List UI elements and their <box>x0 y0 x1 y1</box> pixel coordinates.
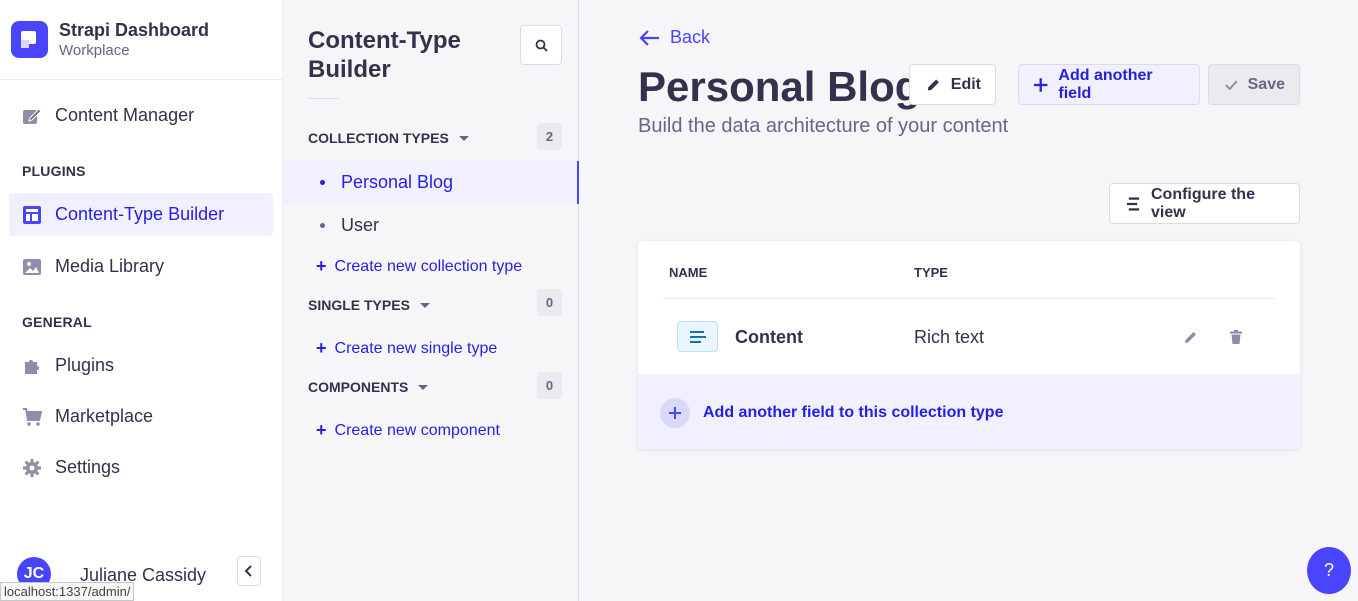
nav-label: Marketplace <box>55 406 154 426</box>
nav-item-settings[interactable]: Settings <box>9 446 273 489</box>
content-type-builder-subnav: Content-Type Builder COLLECTION TYPES 2 … <box>283 0 579 601</box>
back-link[interactable]: Back <box>638 27 710 48</box>
back-label: Back <box>670 27 711 47</box>
brand[interactable]: Strapi Dashboard Workplace <box>0 0 282 80</box>
bullet-icon <box>320 180 325 185</box>
help-button[interactable]: ? <box>1307 547 1351 594</box>
caret-down-icon <box>419 302 430 308</box>
status-bar-url: localhost:1337/admin/ <box>0 582 135 601</box>
link-label: Create new collection type <box>334 257 523 275</box>
page-subtitle: Build the data architecture of your cont… <box>638 115 1009 137</box>
subnav-item-label: User <box>341 215 380 235</box>
field-name: Content <box>735 327 803 347</box>
search-button[interactable] <box>520 25 562 65</box>
check-icon <box>1225 79 1238 90</box>
section-heading-plugins: PLUGINS <box>22 163 86 179</box>
fields-table: NAME TYPE Content Rich text Add another … <box>638 241 1300 449</box>
divider <box>308 98 338 99</box>
search-icon <box>535 39 548 52</box>
button-label: Add another field <box>1058 66 1153 102</box>
puzzle-icon <box>21 355 43 377</box>
single-types-toggle[interactable]: SINGLE TYPES <box>308 297 430 313</box>
plus-icon: + <box>316 338 327 358</box>
add-another-field-button[interactable]: Add another field <box>1018 64 1200 105</box>
add-field-to-collection-button[interactable]: Add another field to this collection typ… <box>638 374 1300 449</box>
add-field-label: Add another field to this collection typ… <box>703 404 1004 421</box>
caret-down-icon <box>418 384 429 390</box>
group-label: SINGLE TYPES <box>308 297 410 313</box>
components-count: 0 <box>537 372 562 399</box>
group-label: COMPONENTS <box>308 379 409 395</box>
plus-circle-icon <box>660 398 690 428</box>
shopping-cart-icon <box>21 406 43 428</box>
nav-item-content-manager[interactable]: Content Manager <box>9 94 273 137</box>
delete-field-trash-icon[interactable] <box>1228 329 1244 345</box>
page-title: Personal Blog <box>638 63 921 110</box>
divider <box>663 298 1275 299</box>
nav-item-media-library[interactable]: Media Library <box>9 245 273 288</box>
edit-button[interactable]: Edit <box>909 64 996 105</box>
subnav-item-personal-blog[interactable]: Personal Blog <box>283 161 579 204</box>
collapse-nav-button[interactable] <box>237 556 261 586</box>
components-toggle[interactable]: COMPONENTS <box>308 379 429 395</box>
nav-label: Plugins <box>55 355 115 375</box>
section-heading-general: GENERAL <box>22 314 92 330</box>
layout-lines-icon <box>1126 196 1140 211</box>
nav-item-content-type-builder[interactable]: Content-Type Builder <box>9 193 273 236</box>
bullet-icon <box>320 223 325 228</box>
nav-label: Media Library <box>55 256 165 276</box>
field-type: Rich text <box>914 327 985 347</box>
arrow-left-icon <box>639 29 659 46</box>
link-label: Create new single type <box>334 339 498 357</box>
create-single-type-link[interactable]: + Create new single type <box>316 338 497 359</box>
edit-field-pencil-icon[interactable] <box>1183 329 1199 345</box>
brand-subtitle: Workplace <box>59 41 130 59</box>
collection-types-count: 2 <box>537 123 562 150</box>
column-header-name: NAME <box>669 265 708 280</box>
button-label: Configure the view <box>1150 185 1255 221</box>
nav-label: Settings <box>55 457 121 477</box>
rich-text-icon <box>677 321 718 352</box>
group-label: COLLECTION TYPES <box>308 130 449 146</box>
subnav-item-user[interactable]: User <box>283 204 579 247</box>
collection-types-toggle[interactable]: COLLECTION TYPES <box>308 130 469 146</box>
layout-icon <box>21 204 43 226</box>
main-navigation: Strapi Dashboard Workplace Content Manag… <box>0 0 283 601</box>
configure-view-button[interactable]: Configure the view <box>1109 183 1300 224</box>
nav-label: Content Manager <box>55 105 195 125</box>
image-icon <box>21 256 43 278</box>
caret-down-icon <box>458 135 469 141</box>
plus-icon: + <box>316 420 327 440</box>
plus-icon: + <box>316 256 327 276</box>
single-types-count: 0 <box>537 289 562 316</box>
create-component-link[interactable]: + Create new component <box>316 420 500 441</box>
nav-item-marketplace[interactable]: Marketplace <box>9 395 273 438</box>
gear-icon <box>21 457 43 479</box>
subnav-title-line2: Builder <box>308 56 391 83</box>
nav-item-plugins[interactable]: Plugins <box>9 344 273 387</box>
pen-square-icon <box>21 105 43 127</box>
column-header-type: TYPE <box>914 265 948 280</box>
subnav-item-label: Personal Blog <box>341 172 454 192</box>
nav-label: Content-Type Builder <box>55 204 225 224</box>
button-label: Save <box>1247 75 1285 93</box>
subnav-title-line1: Content-Type <box>308 27 461 54</box>
subnav-title: Content-Type Builder <box>308 26 461 84</box>
save-button[interactable]: Save <box>1208 64 1300 105</box>
pencil-icon <box>927 78 939 91</box>
plus-icon <box>1033 77 1048 92</box>
button-label: Edit <box>950 75 981 93</box>
strapi-logo-icon <box>11 21 48 58</box>
create-collection-type-link[interactable]: + Create new collection type <box>316 256 522 277</box>
link-label: Create new component <box>334 421 500 439</box>
chevron-left-icon <box>244 565 252 577</box>
brand-title: Strapi Dashboard <box>59 19 210 40</box>
